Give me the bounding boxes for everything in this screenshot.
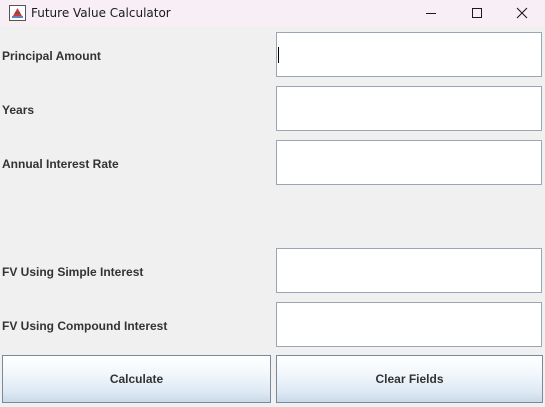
fv-compound-output[interactable]	[276, 302, 542, 347]
fv-simple-output[interactable]	[276, 248, 542, 293]
java-cup-icon[interactable]	[9, 5, 26, 21]
maximize-button[interactable]	[454, 0, 500, 26]
fv-simple-label: FV Using Simple Interest	[2, 265, 144, 279]
years-label: Years	[2, 103, 35, 117]
window-title: Future Value Calculator	[31, 6, 171, 20]
fv-compound-label: FV Using Compound Interest	[2, 319, 168, 333]
rate-label: Annual Interest Rate	[2, 157, 119, 171]
principal-input[interactable]	[276, 32, 542, 77]
clear-fields-button[interactable]: Clear Fields	[276, 355, 543, 403]
years-input[interactable]	[276, 86, 542, 131]
minimize-icon	[426, 13, 436, 14]
minimize-button[interactable]	[408, 0, 454, 26]
text-caret	[278, 47, 279, 63]
rate-input[interactable]	[276, 140, 542, 185]
maximize-icon	[472, 8, 482, 18]
close-icon	[516, 7, 528, 19]
close-button[interactable]	[499, 0, 545, 26]
calculate-button[interactable]: Calculate	[2, 355, 271, 403]
app-window: Future Value Calculator Principal Amount…	[0, 0, 545, 407]
principal-label: Principal Amount	[2, 49, 101, 63]
title-bar[interactable]: Future Value Calculator	[0, 0, 545, 26]
